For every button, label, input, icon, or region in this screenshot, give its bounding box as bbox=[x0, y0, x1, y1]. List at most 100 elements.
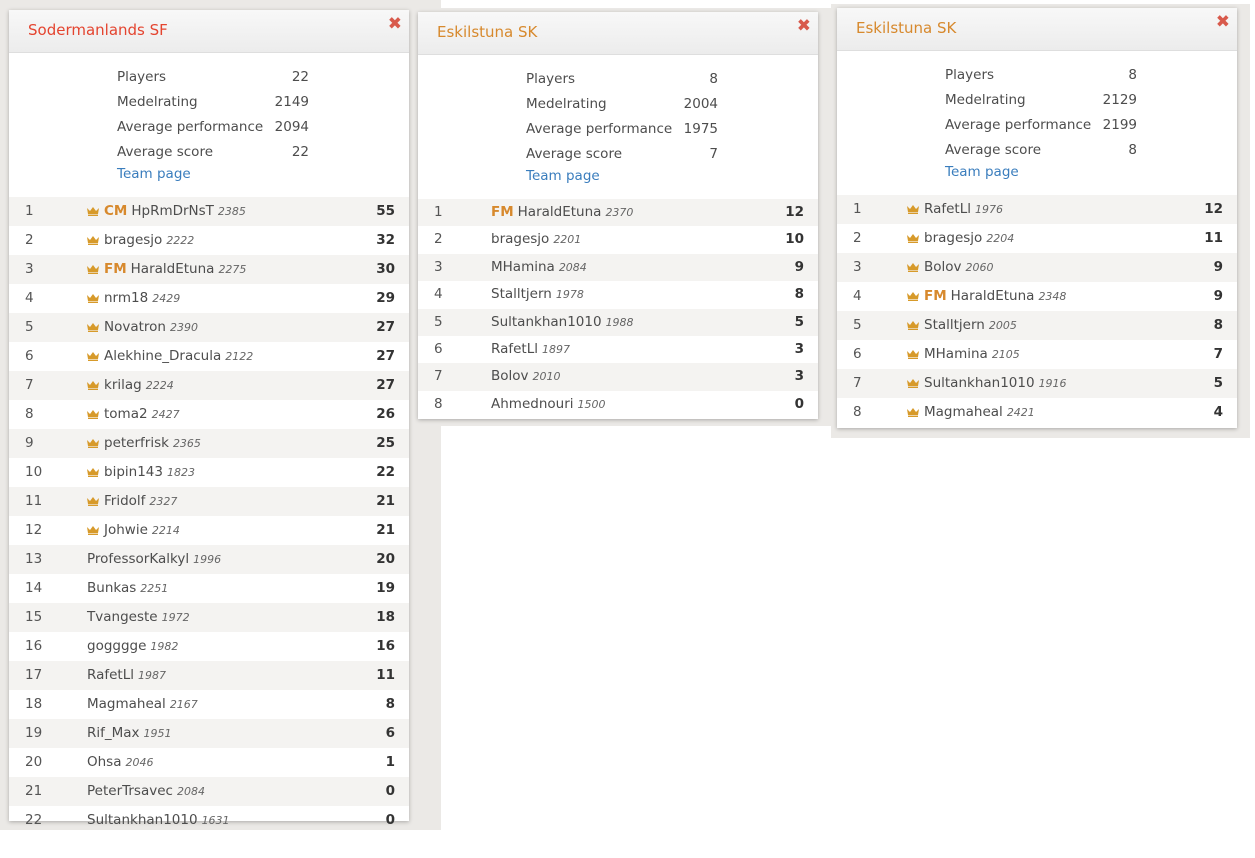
stat-label: Average score bbox=[526, 146, 623, 162]
player-link[interactable]: Sultankhan1010 1988 bbox=[491, 309, 634, 336]
player-link[interactable]: Magmaheal 2167 bbox=[87, 690, 198, 719]
player-name[interactable]: MHamina bbox=[924, 346, 988, 362]
player-name[interactable]: nrm18 bbox=[104, 290, 148, 306]
stat-value: 8 bbox=[709, 71, 718, 87]
player-name[interactable]: bragesjo bbox=[491, 231, 549, 247]
player-link[interactable]: krilag 2224 bbox=[87, 371, 174, 400]
player-name[interactable]: HaraldEtuna bbox=[131, 261, 215, 277]
player-link[interactable]: Bolov 2010 bbox=[491, 363, 561, 390]
player-name[interactable]: Stalltjern bbox=[924, 317, 985, 333]
team-name[interactable]: Sodermanlands SF bbox=[28, 21, 168, 39]
player-name[interactable]: RafetLl bbox=[491, 341, 538, 357]
player-name[interactable]: Ahmednouri bbox=[491, 396, 574, 412]
player-name[interactable]: Johwie bbox=[104, 522, 148, 538]
player-link[interactable]: MHamina 2084 bbox=[491, 254, 587, 281]
player-name[interactable]: ProfessorKalkyl bbox=[87, 551, 189, 567]
stat-value: 22 bbox=[291, 69, 309, 85]
player-link[interactable]: peterfrisk 2365 bbox=[87, 429, 201, 458]
player-link[interactable]: Ahmednouri 1500 bbox=[491, 391, 606, 418]
player-name[interactable]: PeterTrsavec bbox=[87, 783, 173, 799]
player-link[interactable]: Sultankhan1010 1631 bbox=[87, 806, 230, 835]
stat-label: Average performance bbox=[526, 121, 673, 137]
player-name[interactable]: gogggge bbox=[87, 638, 146, 654]
player-link[interactable]: Tvangeste 1972 bbox=[87, 603, 190, 632]
player-row: 2 bragesjo 2222 32 bbox=[9, 226, 409, 255]
player-name[interactable]: Bolov bbox=[924, 259, 962, 275]
player-link[interactable]: Sultankhan1010 1916 bbox=[907, 369, 1067, 398]
player-link[interactable]: RafetLl 1976 bbox=[907, 195, 1003, 224]
player-score: 55 bbox=[376, 203, 395, 219]
team-page-link[interactable]: Team page bbox=[117, 166, 191, 182]
player-link[interactable]: Novatron 2390 bbox=[87, 313, 198, 342]
player-link[interactable]: RafetLl 1987 bbox=[87, 661, 166, 690]
player-link[interactable]: nrm18 2429 bbox=[87, 284, 180, 313]
player-name[interactable]: peterfrisk bbox=[104, 435, 169, 451]
player-row: 1 FM HaraldEtuna 2370 12 bbox=[418, 199, 818, 227]
close-icon[interactable]: ✖ bbox=[797, 16, 811, 36]
player-link[interactable]: MHamina 2105 bbox=[907, 340, 1020, 369]
player-name[interactable]: Fridolf bbox=[104, 493, 145, 509]
player-name[interactable]: Bolov bbox=[491, 368, 529, 384]
team-page-link[interactable]: Team page bbox=[945, 164, 1019, 180]
player-link[interactable]: Stalltjern 2005 bbox=[907, 311, 1017, 340]
player-name[interactable]: bipin143 bbox=[104, 464, 163, 480]
player-link[interactable]: CM HpRmDrNsT 2385 bbox=[87, 197, 246, 226]
player-name[interactable]: bragesjo bbox=[924, 230, 982, 246]
rank: 4 bbox=[434, 286, 443, 303]
player-link[interactable]: Magmaheal 2421 bbox=[907, 398, 1035, 427]
player-name[interactable]: Sultankhan1010 bbox=[924, 375, 1035, 391]
player-name[interactable]: MHamina bbox=[491, 259, 555, 275]
player-score: 21 bbox=[376, 522, 395, 538]
player-link[interactable]: RafetLl 1897 bbox=[491, 336, 570, 363]
player-name[interactable]: Sultankhan1010 bbox=[87, 812, 198, 828]
team-page-link[interactable]: Team page bbox=[526, 168, 600, 184]
close-icon[interactable]: ✖ bbox=[1216, 12, 1230, 32]
player-name[interactable]: RafetLl bbox=[924, 201, 971, 217]
team-name[interactable]: Eskilstuna SK bbox=[437, 23, 537, 41]
player-row: 14 Bunkas 2251 19 bbox=[9, 574, 409, 603]
player-name[interactable]: Bunkas bbox=[87, 580, 136, 596]
player-link[interactable]: PeterTrsavec 2084 bbox=[87, 777, 205, 806]
player-name[interactable]: Stalltjern bbox=[491, 286, 552, 302]
close-icon[interactable]: ✖ bbox=[388, 14, 402, 34]
player-link[interactable]: bipin143 1823 bbox=[87, 458, 195, 487]
player-link[interactable]: FM HaraldEtuna 2275 bbox=[87, 255, 246, 284]
player-link[interactable]: ProfessorKalkyl 1996 bbox=[87, 545, 221, 574]
player-name[interactable]: Rif_Max bbox=[87, 725, 140, 741]
player-link[interactable]: bragesjo 2222 bbox=[87, 226, 194, 255]
player-name[interactable]: Magmaheal bbox=[924, 404, 1003, 420]
player-name[interactable]: HaraldEtuna bbox=[951, 288, 1035, 304]
player-link[interactable]: Alekhine_Dracula 2122 bbox=[87, 342, 253, 371]
player-link[interactable]: Ohsa 2046 bbox=[87, 748, 154, 777]
team-name[interactable]: Eskilstuna SK bbox=[856, 19, 956, 37]
player-link[interactable]: Stalltjern 1978 bbox=[491, 281, 584, 308]
player-link[interactable]: FM HaraldEtuna 2370 bbox=[491, 199, 633, 226]
player-link[interactable]: Bunkas 2251 bbox=[87, 574, 168, 603]
rank: 1 bbox=[25, 203, 34, 219]
player-name[interactable]: bragesjo bbox=[104, 232, 162, 248]
rank: 5 bbox=[25, 319, 34, 335]
player-name[interactable]: krilag bbox=[104, 377, 142, 393]
player-link[interactable]: bragesjo 2204 bbox=[907, 224, 1014, 253]
crown-icon bbox=[87, 343, 99, 361]
player-link[interactable]: Fridolf 2327 bbox=[87, 487, 177, 516]
player-name[interactable]: Ohsa bbox=[87, 754, 122, 770]
player-link[interactable]: Johwie 2214 bbox=[87, 516, 180, 545]
player-link[interactable]: Bolov 2060 bbox=[907, 253, 994, 282]
player-link[interactable]: gogggge 1982 bbox=[87, 632, 178, 661]
player-link[interactable]: FM HaraldEtuna 2348 bbox=[907, 282, 1066, 311]
stat-label: Medelrating bbox=[945, 92, 1026, 108]
player-link[interactable]: bragesjo 2201 bbox=[491, 226, 581, 253]
player-name[interactable]: Tvangeste bbox=[87, 609, 158, 625]
player-name[interactable]: HaraldEtuna bbox=[518, 204, 602, 220]
player-name[interactable]: RafetLl bbox=[87, 667, 134, 683]
player-name[interactable]: Novatron bbox=[104, 319, 166, 335]
player-link[interactable]: toma2 2427 bbox=[87, 400, 180, 429]
player-name[interactable]: Alekhine_Dracula bbox=[104, 348, 221, 364]
player-name[interactable]: toma2 bbox=[104, 406, 148, 422]
player-name[interactable]: HpRmDrNsT bbox=[131, 203, 214, 219]
player-link[interactable]: Rif_Max 1951 bbox=[87, 719, 172, 748]
player-name[interactable]: Magmaheal bbox=[87, 696, 166, 712]
stat-value: 22 bbox=[291, 144, 309, 160]
player-name[interactable]: Sultankhan1010 bbox=[491, 314, 602, 330]
